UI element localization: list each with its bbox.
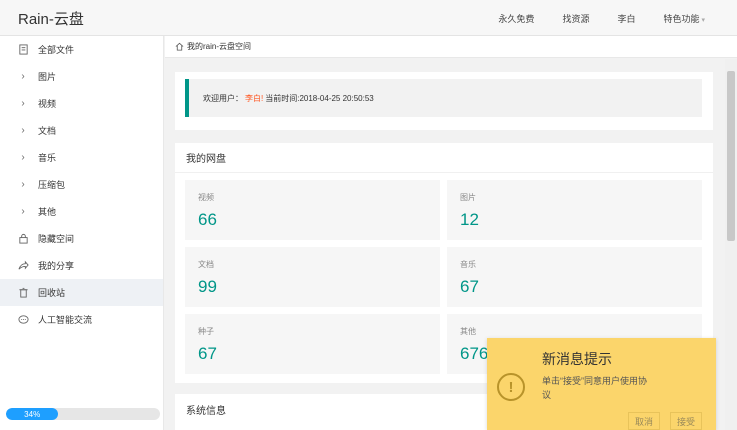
stat-label: 音乐 xyxy=(460,260,476,269)
sidebar-item-label: 压缩包 xyxy=(38,180,66,190)
sidebar-item-documents[interactable]: › 文档 xyxy=(0,117,163,144)
stat-value: 99 xyxy=(198,277,217,296)
welcome-message: 欢迎用户： 李白! 当前时间:2018-04-25 20:50:53 xyxy=(185,79,702,117)
sidebar-item-hidden-space[interactable]: 隐藏空间 xyxy=(0,225,163,252)
chevron-right-icon: › xyxy=(21,98,25,109)
vertical-scrollbar[interactable] xyxy=(725,59,737,430)
stat-label: 文档 xyxy=(198,260,214,269)
sidebar-item-label: 音乐 xyxy=(38,153,57,163)
chevron-right-icon: › xyxy=(21,71,25,82)
scrollbar-thumb[interactable] xyxy=(727,71,735,241)
welcome-username: 李白! xyxy=(245,93,264,103)
stat-documents[interactable]: 文档 99 xyxy=(185,247,440,307)
sidebar-item-ai-chat[interactable]: 人工智能交流 xyxy=(0,306,163,333)
storage-progress-fill: 34% xyxy=(6,408,59,420)
sidebar-item-label: 隐藏空间 xyxy=(38,234,75,244)
stat-value: 12 xyxy=(460,210,479,229)
cancel-button[interactable]: 取消 xyxy=(628,412,661,430)
stat-value: 676 xyxy=(460,344,489,363)
top-header: Rain-云盘 永久免费 找资源 李白 特色功能 ▾ xyxy=(0,0,737,36)
stat-torrents[interactable]: 种子 67 xyxy=(185,314,440,374)
breadcrumb: 我的rain-云盘空间 xyxy=(165,36,737,58)
trash-icon xyxy=(16,287,30,298)
chevron-down-icon: ▾ xyxy=(701,16,705,24)
sidebar-item-music[interactable]: › 音乐 xyxy=(0,144,163,171)
stat-images[interactable]: 图片 12 xyxy=(447,180,702,240)
breadcrumb-current[interactable]: 我的rain-云盘空间 xyxy=(187,41,251,52)
nav-user[interactable]: 李白 xyxy=(603,12,649,25)
my-disk-title: 我的网盘 xyxy=(175,143,713,173)
home-icon xyxy=(175,42,184,51)
sidebar: 全部文件 › 图片 › 视频 › 文档 › 音乐 › 压缩包 › 其他 隐藏空间… xyxy=(0,36,164,430)
welcome-prefix: 欢迎用户： xyxy=(203,93,243,103)
file-icon xyxy=(16,44,30,55)
share-icon xyxy=(16,260,30,271)
chevron-right-icon: › xyxy=(21,125,25,136)
stat-value: 66 xyxy=(198,210,217,229)
sidebar-item-my-shares[interactable]: 我的分享 xyxy=(0,252,163,279)
sidebar-item-label: 其他 xyxy=(38,207,57,217)
sidebar-item-videos[interactable]: › 视频 xyxy=(0,90,163,117)
sidebar-item-label: 文档 xyxy=(38,126,57,136)
stat-value: 67 xyxy=(460,277,479,296)
popup-title: 新消息提示 xyxy=(542,351,612,367)
stat-label: 图片 xyxy=(460,193,476,202)
storage-progress-bar: 34% xyxy=(6,408,160,420)
chevron-right-icon: › xyxy=(21,206,25,217)
stat-videos[interactable]: 视频 66 xyxy=(185,180,440,240)
sidebar-item-label: 我的分享 xyxy=(38,261,75,271)
sidebar-item-archives[interactable]: › 压缩包 xyxy=(0,171,163,198)
stat-music[interactable]: 音乐 67 xyxy=(447,247,702,307)
sidebar-item-other[interactable]: › 其他 xyxy=(0,198,163,225)
sidebar-item-label: 图片 xyxy=(38,72,57,82)
chevron-right-icon: › xyxy=(21,179,25,190)
warning-icon: ! xyxy=(497,373,525,401)
chat-icon xyxy=(16,314,30,325)
sidebar-item-label: 全部文件 xyxy=(38,45,75,55)
sidebar-item-label: 视频 xyxy=(38,99,57,109)
popup-message: 单击“接受”同意用户使用协议 xyxy=(542,376,647,400)
sidebar-item-all-files[interactable]: 全部文件 xyxy=(0,36,163,63)
app-logo[interactable]: Rain-云盘 xyxy=(18,8,84,29)
sidebar-item-label: 人工智能交流 xyxy=(38,315,93,325)
chevron-right-icon: › xyxy=(21,152,25,163)
stat-label: 种子 xyxy=(198,327,214,336)
nav-features-label: 特色功能 xyxy=(663,13,700,24)
sidebar-item-images[interactable]: › 图片 xyxy=(0,63,163,90)
sidebar-item-label: 回收站 xyxy=(38,288,66,298)
welcome-card: 欢迎用户： 李白! 当前时间:2018-04-25 20:50:53 xyxy=(175,72,713,130)
top-nav: 永久免费 找资源 李白 特色功能 ▾ xyxy=(484,0,719,36)
nav-find-resources[interactable]: 找资源 xyxy=(548,12,603,25)
notification-popup: ! 新消息提示 单击“接受”同意用户使用协议 取消 接受 xyxy=(487,338,716,430)
stat-label: 视频 xyxy=(198,193,214,202)
lock-icon xyxy=(16,233,30,244)
nav-free[interactable]: 永久免费 xyxy=(484,12,548,25)
accept-button[interactable]: 接受 xyxy=(670,412,703,430)
stat-value: 67 xyxy=(198,344,217,363)
sidebar-item-recycle-bin[interactable]: 回收站 xyxy=(0,279,163,306)
stat-label: 其他 xyxy=(460,327,476,336)
current-time: 当前时间:2018-04-25 20:50:53 xyxy=(265,93,374,103)
nav-features[interactable]: 特色功能 ▾ xyxy=(649,12,719,25)
